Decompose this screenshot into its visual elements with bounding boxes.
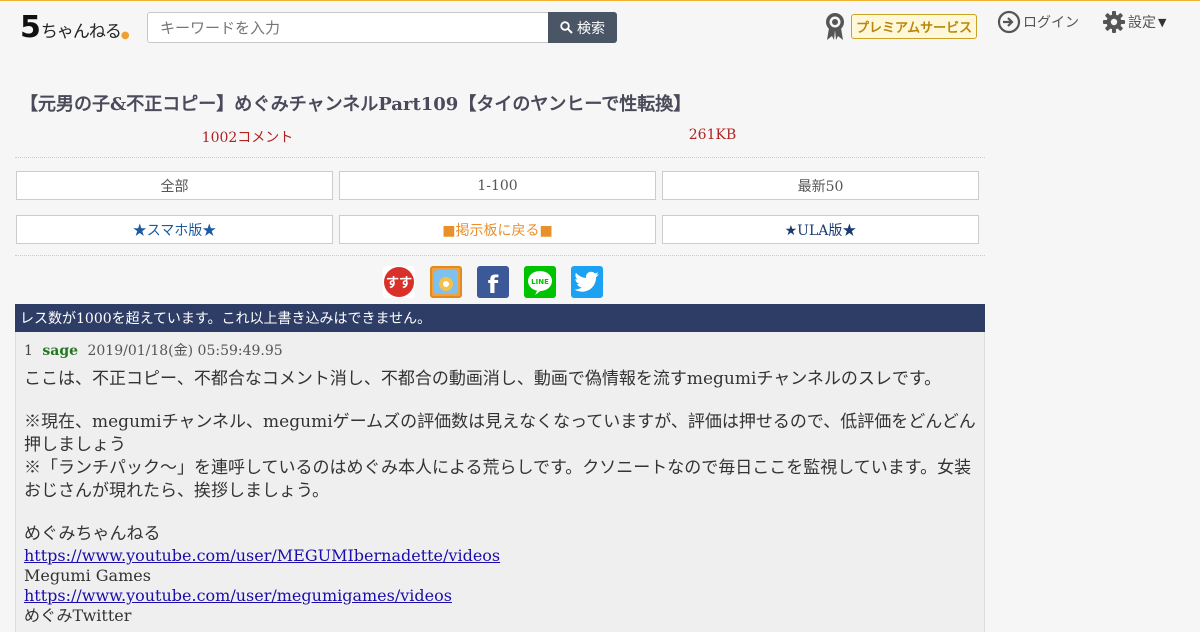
5ch-share-icon[interactable]: すす xyxy=(383,266,415,298)
logo-dot-icon: ● xyxy=(120,30,130,41)
share-buttons: すす f LINE xyxy=(383,266,603,299)
site-logo[interactable]: 5 ちゃんねる ● xyxy=(20,9,130,43)
post-header: 1 sage 2019/01/18(金) 05:59:49.95 xyxy=(24,340,283,360)
login-label: ログイン xyxy=(1023,15,1079,31)
view-latest50-label: 最新50 xyxy=(797,178,844,195)
award-medal-icon xyxy=(826,13,844,40)
post-line: ここは、不正コピー、不都合なコメント消し、不都合の動画消し、動画で偽情報を流すm… xyxy=(24,369,942,389)
post-author: sage xyxy=(42,343,79,359)
post-line: めぐみちゃんねる xyxy=(24,524,161,544)
top-bar: 5 ちゃんねる ● 検索 プレミアムサービス ログイン xyxy=(0,0,1200,51)
line-icon[interactable]: LINE xyxy=(524,266,556,298)
view-1-100-button[interactable]: 1-100 xyxy=(339,171,656,200)
smartphone-version-label: ★スマホ版★ xyxy=(132,222,217,239)
bookmark-share-icon[interactable] xyxy=(430,266,462,298)
ula-version-label: ★ULA版★ xyxy=(784,222,857,239)
thread-meta: 1002コメント 261KB xyxy=(15,127,985,158)
comment-count: 1002コメント xyxy=(201,130,294,146)
caret-down-icon: ▼ xyxy=(1158,15,1167,29)
view-all-button[interactable]: 全部 xyxy=(16,171,333,200)
facebook-letter: f xyxy=(487,271,499,299)
post-date: 2019/01/18(金) 05:59:49.95 xyxy=(87,343,283,359)
premium-label: プレミアムサービス xyxy=(851,13,978,39)
back-to-board-label: ■掲示板に戻る■ xyxy=(442,222,553,239)
thread-size: 261KB xyxy=(688,127,737,143)
post-line: めぐみTwitter xyxy=(24,606,132,625)
search-input[interactable] xyxy=(147,12,549,43)
back-to-board-button[interactable]: ■掲示板に戻る■ xyxy=(339,215,656,244)
settings-label: 設定 xyxy=(1128,15,1156,31)
divider xyxy=(15,255,985,256)
svg-text:LINE: LINE xyxy=(531,278,549,286)
thread-title: 【元男の子&不正コピー】めぐみチャンネルPart109【タイのヤンヒーで性転換】 xyxy=(20,94,692,115)
gear-icon xyxy=(1103,11,1125,33)
post-line: ※現在、megumiチャンネル、megumiゲームズの評価数は見えなくなっていま… xyxy=(24,412,976,455)
search-icon xyxy=(560,21,573,34)
view-latest50-button[interactable]: 最新50 xyxy=(662,171,979,200)
logo-text: ちゃんねる xyxy=(40,22,122,42)
premium-link[interactable]: プレミアムサービス xyxy=(823,11,978,41)
youtube-link-megumigames[interactable]: https://www.youtube.com/user/megumigames… xyxy=(24,586,452,605)
post-1: 1 sage 2019/01/18(金) 05:59:49.95 ここは、不正コ… xyxy=(15,332,985,632)
view-1-100-label: 1-100 xyxy=(477,177,518,194)
post-line: ※「ランチパック～」を連呼しているのはめぐみ本人による荒らしです。クソニートなの… xyxy=(24,458,972,501)
settings-menu[interactable]: 設定 ▼ xyxy=(1102,10,1166,34)
post-number[interactable]: 1 xyxy=(24,343,33,359)
login-icon xyxy=(997,10,1021,34)
ula-version-button[interactable]: ★ULA版★ xyxy=(662,215,979,244)
twitter-icon[interactable] xyxy=(571,266,603,298)
logo-number: 5 xyxy=(20,10,41,45)
smartphone-version-button[interactable]: ★スマホ版★ xyxy=(16,215,333,244)
svg-text:すす: すす xyxy=(386,276,412,291)
thread-closed-notice: レス数が1000を超えています。これ以上書き込みはできません。 xyxy=(15,304,985,332)
search-button-label: 検索 xyxy=(577,20,605,37)
post-line: Megumi Games xyxy=(24,566,151,585)
youtube-link-megumichannel[interactable]: https://www.youtube.com/user/MEGUMIberna… xyxy=(24,546,500,565)
facebook-icon[interactable]: f xyxy=(477,266,509,299)
view-all-label: 全部 xyxy=(160,178,189,195)
post-body: ここは、不正コピー、不都合なコメント消し、不都合の動画消し、動画で偽情報を流すm… xyxy=(24,368,979,626)
login-link[interactable]: ログイン xyxy=(997,10,1079,34)
search-button[interactable]: 検索 xyxy=(548,12,617,43)
